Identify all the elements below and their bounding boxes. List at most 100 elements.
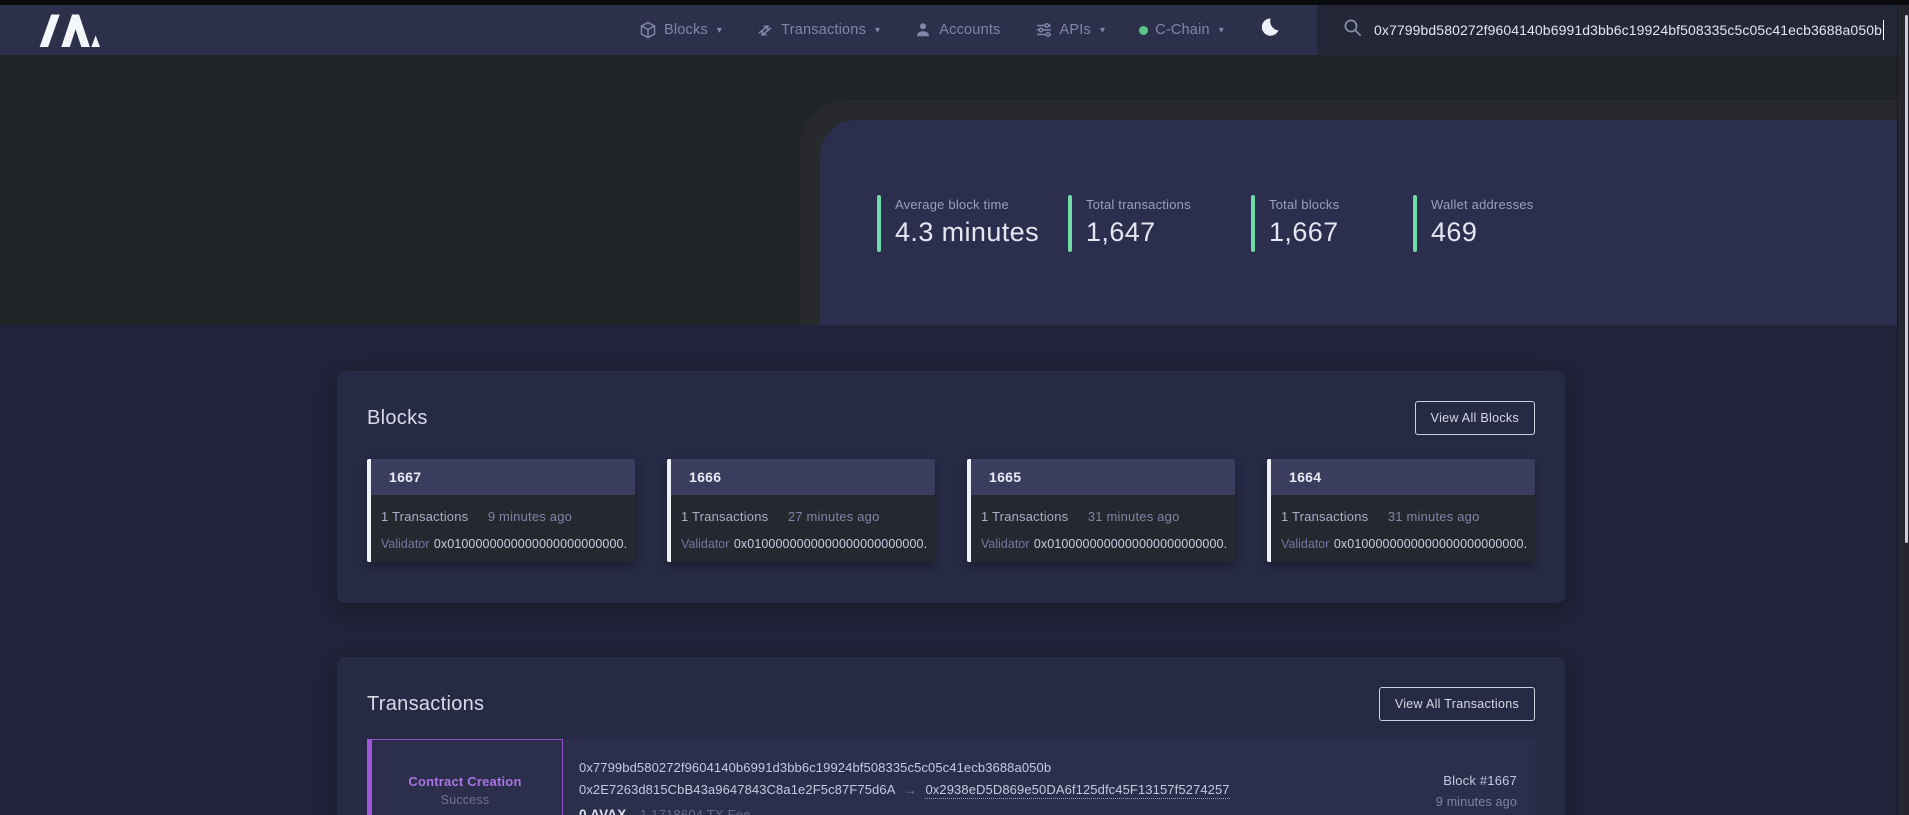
tx-time: 9 minutes ago: [1355, 795, 1517, 809]
nav-chain-selector[interactable]: C-Chain ▾: [1139, 22, 1224, 38]
stat-value: 1,667: [1269, 217, 1339, 248]
chevron-down-icon: ▾: [875, 25, 880, 36]
chain-status-dot: [1139, 26, 1148, 35]
stat-label: Average block time: [895, 197, 1039, 212]
stat-value: 469: [1431, 217, 1533, 248]
block-time: 31 minutes ago: [1388, 509, 1480, 524]
validator-address: 0x0100000000000000000000000...: [734, 537, 927, 551]
nav-apis-label: APIs: [1060, 22, 1091, 38]
tx-amount: 0 AVAX: [579, 807, 626, 815]
stat-wallet-addresses: Wallet addresses 469: [1413, 195, 1533, 252]
tx-meta: Block #1667 9 minutes ago: [1355, 739, 1535, 815]
view-all-blocks-button[interactable]: View All Blocks: [1415, 401, 1535, 435]
search-icon: [1343, 18, 1362, 42]
transactions-section: Transactions View All Transactions Contr…: [337, 657, 1565, 815]
sliders-icon: [1035, 21, 1053, 39]
validator-label: Validator: [981, 537, 1029, 551]
tx-to-address-link[interactable]: 0x2938eD5D869e50DA6f125dfc45F13157f52742…: [925, 782, 1229, 799]
stat-label: Total transactions: [1086, 197, 1191, 212]
validator-address: 0x0100000000000000000000000...: [434, 537, 627, 551]
ava-logo[interactable]: [38, 13, 100, 47]
stat-total-transactions: Total transactions 1,647: [1068, 195, 1251, 252]
main-content: Blocks View All Blocks 1667 1 Transactio…: [0, 325, 1909, 815]
nav-accounts[interactable]: Accounts: [914, 21, 1000, 39]
main-nav: Blocks ▾ Transactions ▾: [639, 16, 1317, 44]
tx-status-box: Contract Creation Success: [367, 739, 563, 815]
nav-transactions-label: Transactions: [781, 22, 866, 38]
blocks-section: Blocks View All Blocks 1667 1 Transactio…: [337, 371, 1565, 603]
blocks-title: Blocks: [367, 407, 428, 430]
transactions-title: Transactions: [367, 693, 484, 716]
person-icon: [914, 21, 932, 39]
stat-average-block-time: Average block time 4.3 minutes: [877, 195, 1068, 252]
avalanche-explorer-page: Blocks ▾ Transactions ▾: [0, 0, 1909, 815]
scrollbar-thumb[interactable]: [1905, 15, 1908, 543]
stat-label: Total blocks: [1269, 197, 1339, 212]
nav-apis[interactable]: APIs ▾: [1035, 21, 1106, 39]
validator-address: 0x0100000000000000000000000...: [1334, 537, 1527, 551]
text-caret: [1883, 20, 1884, 40]
cube-icon: [639, 21, 657, 39]
ava-logo-icon: [38, 13, 100, 47]
hero: Average block time 4.3 minutes Total tra…: [0, 55, 1909, 325]
window-top-strip: [0, 0, 1909, 5]
block-number: 1667: [389, 469, 421, 485]
scrollbar[interactable]: [1897, 5, 1909, 815]
tx-status-badge: Success: [368, 793, 562, 807]
block-time: 31 minutes ago: [1088, 509, 1180, 524]
chevron-down-icon: ▾: [717, 25, 722, 36]
block-card[interactable]: 1666 1 Transactions 27 minutes ago Valid…: [667, 459, 935, 562]
block-time: 27 minutes ago: [788, 509, 880, 524]
transaction-row[interactable]: Contract Creation Success 0x7799bd580272…: [367, 739, 1535, 815]
stat-total-blocks: Total blocks 1,667: [1251, 195, 1413, 252]
block-accent-bar: [967, 459, 971, 562]
block-number: 1665: [989, 469, 1021, 485]
tx-status-accent-bar: [367, 739, 372, 815]
search-value: 0x7799bd580272f9604140b6991d3bb6c19924bf…: [1374, 22, 1882, 38]
block-card[interactable]: 1665 1 Transactions 31 minutes ago Valid…: [967, 459, 1235, 562]
validator-label: Validator: [681, 537, 729, 551]
block-accent-bar: [1267, 459, 1271, 562]
theme-toggle[interactable]: [1258, 16, 1281, 44]
arrow-right-icon: →: [904, 783, 916, 797]
block-number: 1666: [689, 469, 721, 485]
view-all-transactions-button[interactable]: View All Transactions: [1379, 687, 1535, 721]
validator-label: Validator: [381, 537, 429, 551]
block-cards-row: 1667 1 Transactions 9 minutes ago Valida…: [337, 459, 1565, 562]
stat-value: 4.3 minutes: [895, 217, 1039, 248]
stat-value: 1,647: [1086, 217, 1191, 248]
block-card[interactable]: 1667 1 Transactions 9 minutes ago Valida…: [367, 459, 635, 562]
nav-blocks[interactable]: Blocks ▾: [639, 21, 722, 39]
stats-row: Average block time 4.3 minutes Total tra…: [877, 195, 1533, 252]
stats-panel: Average block time 4.3 minutes Total tra…: [820, 120, 1909, 325]
chevron-down-icon: ▾: [1219, 25, 1224, 36]
stat-label: Wallet addresses: [1431, 197, 1533, 212]
search-bar: 0x7799bd580272f9604140b6991d3bb6c19924bf…: [1317, 5, 1909, 55]
nav-chain-label: C-Chain: [1155, 22, 1210, 38]
tx-hash: 0x7799bd580272f9604140b6991d3bb6c19924bf…: [579, 760, 1355, 775]
block-time: 9 minutes ago: [488, 509, 572, 524]
block-accent-bar: [667, 459, 671, 562]
tx-details: 0x7799bd580272f9604140b6991d3bb6c19924bf…: [563, 739, 1355, 815]
block-tx-count: 1 Transactions: [981, 509, 1068, 524]
block-card[interactable]: 1664 1 Transactions 31 minutes ago Valid…: [1267, 459, 1535, 562]
validator-label: Validator: [1281, 537, 1329, 551]
validator-address: 0x0100000000000000000000000...: [1034, 537, 1227, 551]
tx-fee: 1.1718604 TX Fee: [640, 807, 751, 815]
block-tx-count: 1 Transactions: [681, 509, 768, 524]
moon-icon: [1258, 16, 1281, 44]
nav-transactions[interactable]: Transactions ▾: [756, 21, 880, 39]
chevron-down-icon: ▾: [1100, 25, 1105, 36]
block-tx-count: 1 Transactions: [1281, 509, 1368, 524]
nav-accounts-label: Accounts: [939, 22, 1000, 38]
stat-accent-bar: [1413, 195, 1417, 252]
nav-blocks-label: Blocks: [664, 22, 708, 38]
search-input[interactable]: 0x7799bd580272f9604140b6991d3bb6c19924bf…: [1374, 20, 1909, 40]
tx-type: Contract Creation: [368, 774, 562, 789]
block-accent-bar: [367, 459, 371, 562]
navbar: Blocks ▾ Transactions ▾: [0, 5, 1909, 55]
swap-arrows-icon: [756, 21, 774, 39]
tx-block-link[interactable]: Block #1667: [1355, 773, 1517, 788]
tx-from-address: 0x2E7263d815CbB43a9647843C8a1e2F5c87F75d…: [579, 782, 895, 797]
stat-accent-bar: [1251, 195, 1255, 252]
